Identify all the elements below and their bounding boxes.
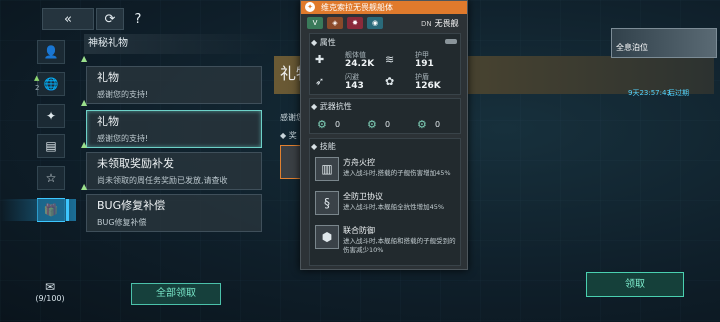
attributes-header: ◆ 属性 — [311, 38, 336, 47]
shield-icon: ✿ — [385, 75, 395, 88]
document-icon: ▤ — [45, 139, 57, 153]
ship-class: DN 无畏舰 — [421, 19, 459, 28]
attributes-toggle[interactable] — [445, 39, 457, 44]
sidebar-item-document[interactable]: ▤ — [37, 134, 65, 158]
mail-subtitle: 感谢您的支持! — [97, 90, 149, 99]
expire-timer: 9天23:57:43 — [628, 89, 671, 97]
skill-description: 进入战斗时,本舰船和搭载的子舰受到的伤害减少10% — [343, 237, 456, 254]
sidebar-item-star[interactable]: ☆ — [37, 166, 65, 190]
joint-defense-icon[interactable]: ⬢ — [315, 225, 339, 249]
skills-header: ◆ 技能 — [311, 142, 336, 151]
sidebar-item-bolt[interactable]: ✦ — [37, 104, 65, 128]
alert-icon: ▲ — [81, 54, 88, 63]
person-icon: 👤 — [43, 45, 59, 59]
category-header: 神秘礼物 — [84, 34, 274, 54]
sidebar-item-globe[interactable]: 🌐 — [37, 72, 65, 96]
holo-berth-badge[interactable]: 全息泊位 — [611, 28, 717, 58]
flame-icon: ✸ — [347, 17, 363, 29]
tooltip-title-bar: ✦ 维克索拉无畏舰船体 — [301, 1, 467, 14]
resist-explosive-icon: ⚙ — [417, 118, 427, 131]
evade-icon: ➶ — [315, 75, 325, 88]
alert-icon: ▲ — [81, 98, 88, 107]
skill-name: 联合防御 — [343, 226, 375, 235]
stat-label: 闪避 — [345, 73, 359, 81]
sidebar-item-person[interactable]: 👤 — [37, 40, 65, 64]
double-chevron-left-icon: « — [64, 11, 72, 27]
stat-value: 126K — [415, 81, 441, 91]
mail-list-item[interactable]: 礼物感谢您的支持! — [86, 110, 262, 148]
tooltip-title: 维克索拉无畏舰船体 — [321, 3, 393, 12]
refresh-button[interactable]: ⟳ — [96, 8, 124, 30]
alert-icon: ▲ — [81, 182, 88, 191]
skill-description: 进入战斗时,本舰船全抗性增加45% — [343, 203, 445, 211]
mail-title: 礼物 — [97, 115, 119, 128]
mail-title: BUG修复补偿 — [97, 199, 166, 212]
globe-icon: 🌐 — [43, 77, 59, 91]
mailbox-counter: ✉ (9/100) — [30, 280, 70, 303]
stat-value: 24.2K — [345, 59, 375, 69]
claim-all-button[interactable]: 全部领取 — [131, 283, 221, 305]
stat-armor: 护甲 191 — [415, 51, 434, 69]
hull-icon: ✚ — [315, 53, 325, 66]
star-icon: ☆ — [45, 171, 57, 185]
refresh-icon: ⟳ — [104, 11, 116, 27]
sidebar-selection-highlight — [0, 199, 76, 221]
mail-subtitle: BUG修复补偿 — [97, 218, 147, 227]
stat-label: 舰体值 — [345, 51, 366, 59]
mail-icon: ✉ — [44, 280, 56, 294]
resist-kinetic-icon: ⚙ — [317, 118, 327, 131]
mail-title: 礼物 — [97, 71, 119, 84]
expire-label: 后过期 — [668, 89, 689, 97]
claim-button[interactable]: 领取 — [586, 272, 684, 297]
armor-icon: ≋ — [385, 53, 395, 66]
resist-header: ◆ 武器抗性 — [311, 102, 352, 111]
stat-evade: 闪避 143 — [345, 73, 364, 91]
mail-list-item[interactable]: 未领取奖励补发尚未领取的周任务奖励已发放,请查收 — [86, 152, 262, 190]
mail-subtitle: 感谢您的支持! — [97, 134, 149, 143]
sidebar-badge: 2 — [35, 84, 40, 92]
resist-value: 0 — [335, 120, 341, 129]
stat-value: 191 — [415, 59, 434, 69]
resist-energy-icon: ⚙ — [367, 118, 377, 131]
mail-title: 未领取奖励补发 — [97, 157, 174, 170]
mail-list-item[interactable]: BUG修复补偿 BUG修复补偿 — [86, 194, 262, 232]
stat-shield: 护盾 126K — [415, 73, 441, 91]
defense-protocol-icon[interactable]: § — [315, 191, 339, 215]
skill-description: 进入战斗时,搭载的子舰伤害增加45% — [343, 169, 451, 177]
stat-label: 护甲 — [415, 51, 429, 59]
back-button[interactable]: « — [42, 8, 94, 30]
ship-tooltip: ✦ 维克索拉无畏舰船体 V ◈ ✸ ◉ DN 无畏舰 ◆ 属性 ✚ 舰体值 24.2K ≋ 护甲… — [300, 0, 468, 270]
alert-icon: ▲ — [81, 140, 88, 149]
mail-subtitle: 尚未领取的周任务奖励已发放,请查收 — [97, 176, 228, 185]
wave-icon: ◉ — [367, 17, 383, 29]
alert-icon: ▲ — [34, 74, 40, 82]
sidebar-selection-indicator — [66, 199, 69, 221]
help-button[interactable]: ? — [128, 8, 148, 30]
resist-value: 0 — [435, 120, 441, 129]
fire-control-icon[interactable]: ▥ — [315, 157, 339, 181]
skill-name: 全防卫协议 — [343, 192, 383, 201]
skill-name: 方舟火控 — [343, 158, 375, 167]
mail-list-item[interactable]: 礼物感谢您的支持! — [86, 66, 262, 104]
info-icon: ✦ — [305, 2, 315, 12]
stat-value: 143 — [345, 81, 364, 91]
reward-label: ◆ 奖 — [280, 131, 297, 140]
stat-label: 护盾 — [415, 73, 429, 81]
resist-value: 0 — [385, 120, 391, 129]
stat-hull: 舰体值 24.2K — [345, 51, 374, 69]
chevron-down-icon: V — [307, 17, 323, 29]
bolt-icon: ✦ — [45, 109, 57, 123]
shield-icon: ◈ — [327, 17, 343, 29]
